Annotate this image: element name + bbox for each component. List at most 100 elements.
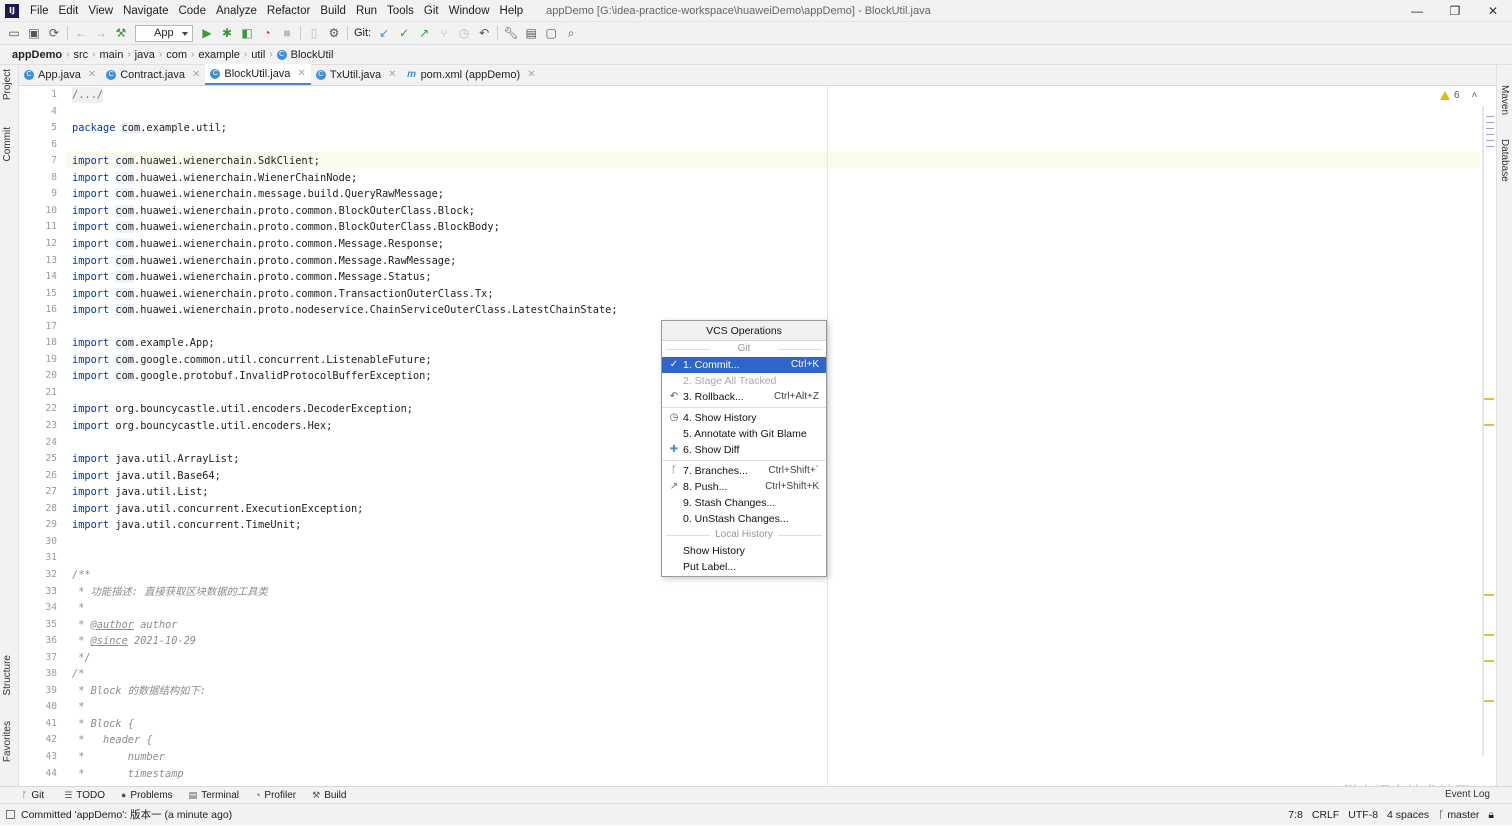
code-line[interactable]: import com.huawei.wienerchain.WienerChai…	[72, 170, 357, 186]
wrench-icon[interactable]: 🔧︎	[501, 23, 521, 43]
structure-icon[interactable]: ▤	[521, 23, 541, 43]
tool-tab-profiler[interactable]: ◔ Profiler	[255, 790, 304, 801]
restore-icon[interactable]: ❐	[1436, 0, 1474, 22]
tool-tab-database[interactable]: Database	[1499, 139, 1510, 182]
code-line[interactable]: /*	[72, 666, 84, 682]
file-encoding[interactable]: UTF-8	[1348, 809, 1378, 821]
debug-icon[interactable]: ✱	[217, 23, 237, 43]
breadcrumb-project[interactable]: appDemo	[8, 49, 66, 61]
menu-file[interactable]: File	[25, 0, 54, 22]
tab-txutil-java[interactable]: C TxUtil.java ✕	[311, 64, 402, 85]
code-line[interactable]: * Block {	[72, 716, 134, 732]
tool-tab-terminal[interactable]: ▤ Terminal	[189, 790, 247, 801]
search-icon[interactable]: ⌕	[561, 23, 581, 43]
run-configuration-select[interactable]: App	[135, 24, 193, 42]
vcs-annotate-item[interactable]: 5. Annotate with Git Blame	[662, 426, 826, 442]
tool-tab-problems[interactable]: ● Problems	[121, 790, 181, 801]
attach-debugger-icon[interactable]: ▯	[304, 23, 324, 43]
tool-tab-maven[interactable]: Maven	[1499, 85, 1510, 115]
git-push-icon[interactable]: ↗	[414, 23, 434, 43]
tool-tab-git[interactable]: ᚴ Git	[22, 790, 52, 801]
tool-tab-favorites[interactable]: Favorites	[2, 721, 13, 762]
code-line[interactable]: import java.util.Base64;	[72, 468, 221, 484]
tool-tab-commit[interactable]: Commit	[2, 127, 13, 161]
code-line[interactable]: * @author author	[72, 617, 177, 633]
code-line[interactable]: * @since 2021-10-29	[72, 633, 196, 649]
tool-tab-structure[interactable]: Structure	[2, 655, 13, 696]
code-line[interactable]: import com.huawei.wienerchain.proto.comm…	[72, 286, 494, 302]
menu-analyze[interactable]: Analyze	[211, 0, 262, 22]
git-branch-widget[interactable]: ᚴ master	[1438, 809, 1479, 821]
code-line[interactable]: import org.bouncycastle.util.encoders.De…	[72, 401, 413, 417]
code-line[interactable]: import com.google.common.util.concurrent…	[72, 352, 432, 368]
local-show-history-item[interactable]: Show History	[662, 543, 826, 559]
breadcrumb-src[interactable]: src	[69, 49, 92, 61]
breadcrumb-main[interactable]: main	[95, 49, 127, 61]
open-folder-icon[interactable]: ▭	[4, 23, 24, 43]
code-line[interactable]: import java.util.concurrent.TimeUnit;	[72, 517, 301, 533]
code-line[interactable]: import com.huawei.wienerchain.proto.comm…	[72, 253, 456, 269]
tab-pom-xml[interactable]: m pom.xml (appDemo) ✕	[402, 64, 541, 85]
code-line[interactable]: import com.huawei.wienerchain.proto.comm…	[72, 219, 500, 235]
code-line[interactable]: import com.huawei.wienerchain.proto.node…	[72, 302, 618, 318]
vcs-branches-item[interactable]: ᚴ 7. Branches... Ctrl+Shift+`	[662, 463, 826, 479]
code-line[interactable]: * number	[72, 749, 165, 765]
code-line[interactable]: *	[72, 600, 84, 616]
tab-blockutil-java[interactable]: C BlockUtil.java ✕	[205, 64, 311, 85]
menu-tools[interactable]: Tools	[382, 0, 419, 22]
code-line[interactable]: import com.huawei.wienerchain.proto.comm…	[72, 269, 432, 285]
code-line[interactable]: * timestamp	[72, 766, 183, 782]
menu-refactor[interactable]: Refactor	[262, 0, 315, 22]
stop-icon[interactable]: ■	[277, 23, 297, 43]
code-line[interactable]: import java.util.concurrent.ExecutionExc…	[72, 501, 363, 517]
menu-navigate[interactable]: Navigate	[118, 0, 173, 22]
error-stripe[interactable]	[1480, 86, 1496, 785]
save-all-icon[interactable]: ▣	[24, 23, 44, 43]
line-separator[interactable]: CRLF	[1312, 809, 1339, 821]
code-line[interactable]: import com.example.App;	[72, 335, 215, 351]
event-log-tab[interactable]: Event Log	[1445, 789, 1490, 800]
local-put-label-item[interactable]: Put Label...	[662, 559, 826, 575]
tool-tab-project[interactable]: Project	[2, 69, 13, 100]
minimize-icon[interactable]: —	[1398, 0, 1436, 22]
close-tab-icon[interactable]: ✕	[297, 68, 305, 79]
git-commit-icon[interactable]: ✓	[394, 23, 414, 43]
code-line[interactable]: import com.huawei.wienerchain.SdkClient;	[72, 153, 320, 169]
caret-position[interactable]: 7:8	[1288, 809, 1303, 821]
project-structure-icon[interactable]: ⚙	[324, 23, 344, 43]
chevron-up-icon[interactable]: ˄	[1472, 90, 1478, 101]
vcs-show-diff-item[interactable]: ✚ 6. Show Diff	[662, 442, 826, 458]
breadcrumb-blockutil[interactable]: BlockUtil	[287, 49, 338, 61]
code-line[interactable]: * Block 的数据结构如下:	[72, 683, 206, 699]
code-line[interactable]: import com.huawei.wienerchain.proto.comm…	[72, 236, 444, 252]
vcs-stage-all-item[interactable]: 2. Stage All Tracked	[662, 373, 826, 389]
code-line[interactable]: import com.huawei.wienerchain.proto.comm…	[72, 203, 475, 219]
tab-contract-java[interactable]: C Contract.java ✕	[101, 64, 205, 85]
tab-app-java[interactable]: C App.java ✕	[19, 64, 101, 85]
lock-icon[interactable]: 🔒︎	[1488, 809, 1494, 822]
vcs-stash-item[interactable]: 9. Stash Changes...	[662, 495, 826, 511]
sync-icon[interactable]: ⟳	[44, 23, 64, 43]
code-line[interactable]: * 功能描述: 直接获取区块数据的工具类	[72, 584, 268, 600]
close-tab-icon[interactable]: ✕	[388, 69, 396, 80]
menu-window[interactable]: Window	[444, 0, 495, 22]
code-line[interactable]: package com.example.util;	[72, 120, 227, 136]
breadcrumb-example[interactable]: example	[194, 49, 244, 61]
code-line[interactable]: *	[72, 699, 84, 715]
breadcrumb-com[interactable]: com	[162, 49, 191, 61]
menu-build[interactable]: Build	[315, 0, 351, 22]
menu-edit[interactable]: Edit	[54, 0, 84, 22]
vcs-commit-item[interactable]: ✓ 1. Commit... Ctrl+K	[662, 357, 826, 373]
vcs-show-history-item[interactable]: ◷ 4. Show History	[662, 410, 826, 426]
close-icon[interactable]: ✕	[1474, 0, 1512, 22]
code-line[interactable]: import com.google.protobuf.InvalidProtoc…	[72, 368, 432, 384]
profile-icon[interactable]: ◔	[257, 23, 277, 43]
code-line[interactable]: /.../	[72, 87, 103, 103]
close-tab-icon[interactable]: ✕	[88, 69, 96, 80]
vcs-push-item[interactable]: ↗ 8. Push... Ctrl+Shift+K	[662, 479, 826, 495]
status-toggle-icon[interactable]	[6, 810, 15, 819]
menu-help[interactable]: Help	[495, 0, 529, 22]
presentation-icon[interactable]: ▢	[541, 23, 561, 43]
build-hammer-icon[interactable]: ⚒	[111, 23, 131, 43]
status-message[interactable]: Committed 'appDemo': 版本一 (a minute ago)	[21, 807, 232, 822]
